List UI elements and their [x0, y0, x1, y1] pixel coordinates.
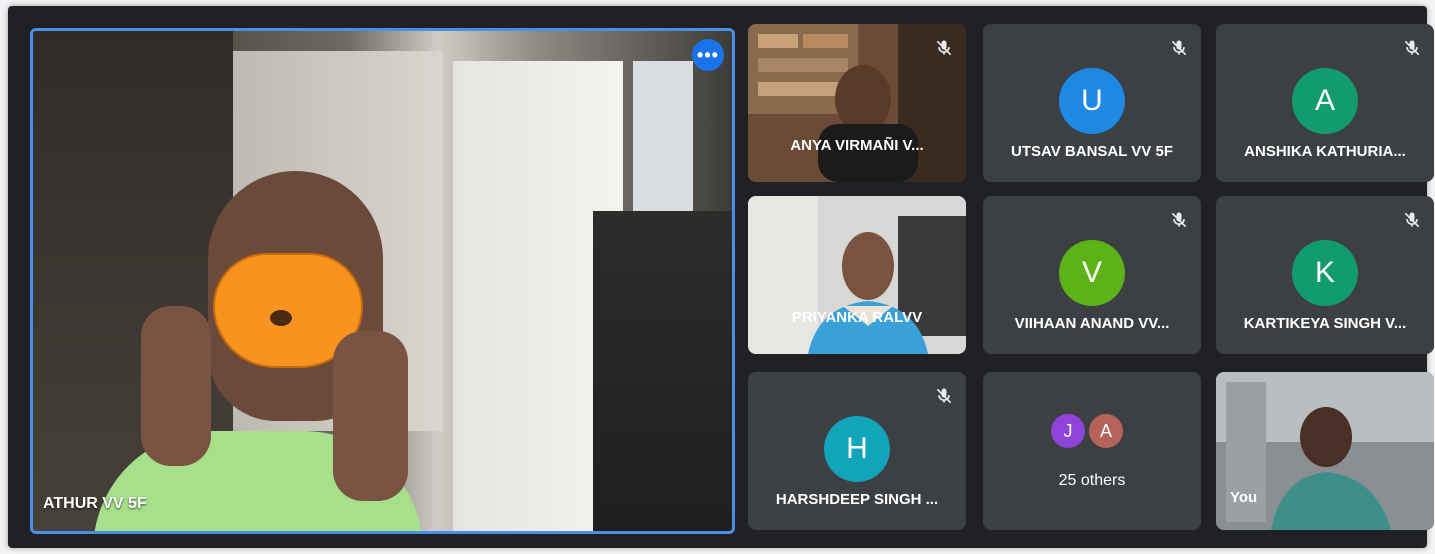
- participant-video: [1216, 372, 1434, 530]
- meeting-window: ATHUR VV 5F ••• ANYA VIRMAÑI V... U UTSA…: [8, 6, 1434, 548]
- avatar: A: [1087, 412, 1125, 450]
- spotlight-tile[interactable]: ATHUR VV 5F •••: [30, 28, 735, 534]
- avatar: H: [824, 416, 890, 482]
- participant-tile[interactable]: A ANSHIKA KATHURIA...: [1216, 24, 1434, 182]
- participant-name: VIIHAAN ANAND VV...: [1014, 315, 1170, 332]
- participant-name: PRIYANKA RALVV: [791, 309, 923, 326]
- mic-off-icon: [1171, 212, 1187, 228]
- video-background: [633, 61, 693, 211]
- participant-name: You: [1230, 489, 1258, 506]
- avatar: V: [1059, 240, 1125, 306]
- participant-name: HARSHDEEP SINGH ...: [775, 491, 939, 508]
- mic-off-icon: [936, 40, 952, 56]
- video-background: [593, 211, 732, 531]
- participant-name: ANYA VIRMAÑI V...: [790, 137, 924, 154]
- avatar: K: [1292, 240, 1358, 306]
- participant-video: [141, 306, 211, 466]
- avatar: A: [1292, 68, 1358, 134]
- participant-name: KARTIKEYA SINGH V...: [1243, 315, 1407, 332]
- participant-video: [333, 331, 408, 501]
- participant-tile[interactable]: H HARSHDEEP SINGH ...: [748, 372, 966, 530]
- mic-off-icon: [1404, 40, 1420, 56]
- avatar: U: [1059, 68, 1125, 134]
- mic-off-icon: [1171, 40, 1187, 56]
- participant-tile[interactable]: K KARTIKEYA SINGH V...: [1216, 196, 1434, 354]
- participant-tile[interactable]: V VIIHAAN ANAND VV...: [983, 196, 1201, 354]
- mic-off-icon: [936, 388, 952, 404]
- mic-off-icon: [1404, 212, 1420, 228]
- others-count: 25 others: [1058, 472, 1126, 489]
- participant-tile[interactable]: PRIYANKA RALVV: [748, 196, 966, 354]
- participant-name: ATHUR VV 5F: [43, 495, 147, 512]
- participant-video: [748, 196, 966, 354]
- participant-name: UTSAV BANSAL VV 5F: [1011, 143, 1173, 160]
- avatar: J: [1049, 412, 1087, 450]
- self-tile[interactable]: You: [1216, 372, 1434, 530]
- participant-name: ANSHIKA KATHURIA...: [1244, 143, 1406, 160]
- others-tile[interactable]: J A 25 others: [983, 372, 1201, 530]
- participant-tile[interactable]: U UTSAV BANSAL VV 5F: [983, 24, 1201, 182]
- more-options-button[interactable]: •••: [692, 39, 724, 71]
- participant-tile[interactable]: ANYA VIRMAÑI V...: [748, 24, 966, 182]
